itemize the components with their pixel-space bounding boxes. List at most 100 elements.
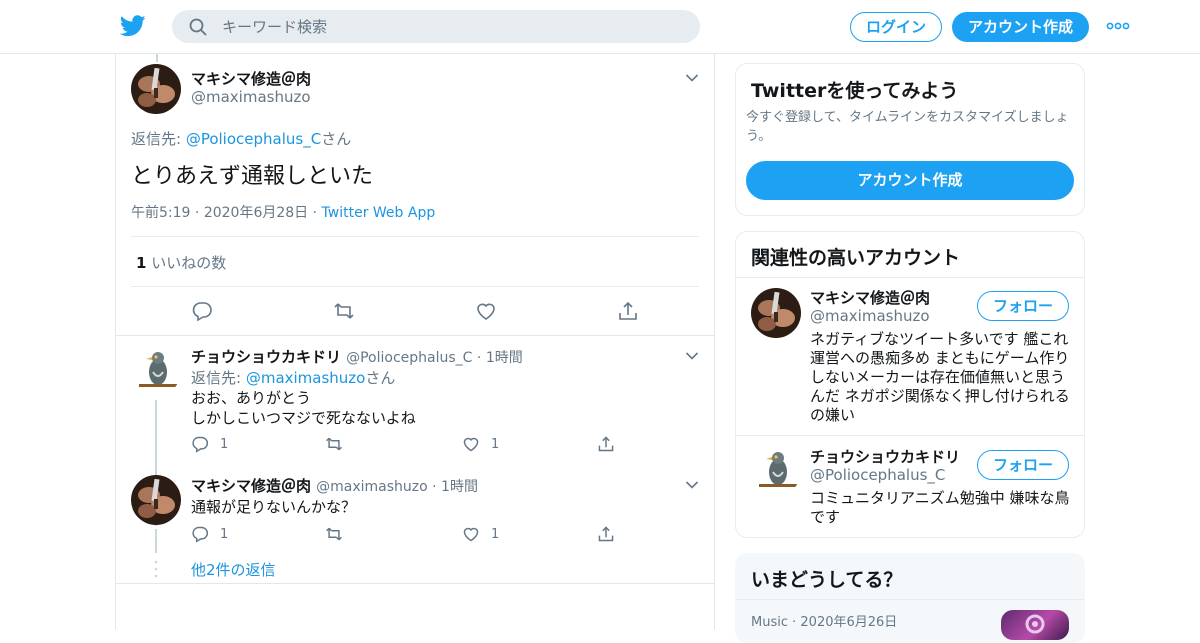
reply-suffix: さん bbox=[321, 130, 352, 148]
reply-time[interactable]: 1時間 bbox=[486, 350, 523, 366]
avatar[interactable] bbox=[131, 475, 181, 525]
author-name[interactable]: チョウショウカキドリ bbox=[191, 348, 341, 366]
reply-icon[interactable] bbox=[191, 300, 213, 322]
login-button[interactable]: ログイン bbox=[850, 12, 942, 42]
reply-suffix: さん bbox=[365, 369, 396, 387]
search-box[interactable] bbox=[172, 10, 700, 43]
tweet-thread: マキシマ修造＠肉 @maximashuzo 返信先: @Poliocephalu… bbox=[115, 54, 715, 630]
retweet-icon[interactable] bbox=[333, 300, 355, 322]
like-icon[interactable] bbox=[462, 435, 480, 453]
account-handle[interactable]: @maximashuzo bbox=[810, 307, 930, 325]
reply-text: おお、ありがとう しかしこいつマジで死なないよね bbox=[191, 388, 416, 428]
likes-count: 1 bbox=[136, 254, 147, 272]
signup-card-button[interactable]: アカウント作成 bbox=[746, 161, 1074, 200]
reply-count: 1 bbox=[220, 527, 229, 542]
reply-text-line: しかしこいつマジで死なないよね bbox=[191, 409, 416, 427]
reply-context: 返信先: @Poliocephalus_Cさん bbox=[131, 128, 351, 149]
share-icon[interactable] bbox=[597, 435, 615, 453]
author-handle[interactable]: @maximashuzo bbox=[316, 479, 428, 495]
divider bbox=[736, 435, 1084, 436]
like-icon[interactable] bbox=[462, 525, 480, 543]
trend-date: 2020年6月26日 bbox=[800, 615, 898, 630]
divider bbox=[131, 286, 699, 287]
account-name[interactable]: チョウショウカキドリ bbox=[810, 446, 960, 467]
divider bbox=[131, 236, 699, 237]
retweet-icon[interactable] bbox=[325, 525, 343, 543]
search-input[interactable] bbox=[222, 10, 682, 43]
search-icon bbox=[189, 18, 207, 36]
more-options-icon[interactable] bbox=[1106, 20, 1130, 32]
retweet-icon[interactable] bbox=[325, 435, 343, 453]
share-icon[interactable] bbox=[597, 525, 615, 543]
chevron-down-icon[interactable] bbox=[685, 351, 699, 361]
reply-count: 1 bbox=[220, 437, 229, 452]
follow-button[interactable]: フォロー bbox=[977, 291, 1069, 321]
reply-prefix: 返信先: bbox=[191, 369, 246, 387]
music-thumbnail-icon bbox=[1025, 614, 1045, 634]
trend-category: Music bbox=[751, 615, 788, 630]
chevron-down-icon[interactable] bbox=[685, 73, 699, 83]
reply-to-link[interactable]: @maximashuzo bbox=[246, 369, 366, 387]
chevron-down-icon[interactable] bbox=[685, 480, 699, 490]
meat-avatar-icon bbox=[751, 288, 801, 338]
account-name[interactable]: マキシマ修造＠肉 bbox=[810, 287, 930, 308]
meta-separator: · bbox=[308, 205, 322, 221]
reply-to-link[interactable]: @Poliocephalus_C bbox=[186, 130, 321, 148]
reply-header: マキシマ修造＠肉 @maximashuzo · 1時間 bbox=[191, 475, 478, 496]
related-accounts-card: 関連性の高いアカウント マキシマ修造＠肉 @maximashuzo フォロー ネ… bbox=[735, 231, 1085, 538]
meta-separator: · bbox=[190, 205, 204, 221]
trends-title: いまどうしてる？ bbox=[751, 569, 903, 591]
meta-separator: · bbox=[788, 615, 801, 630]
avatar[interactable] bbox=[751, 446, 801, 496]
avatar[interactable] bbox=[131, 64, 181, 114]
meta-separator: · bbox=[427, 479, 442, 495]
author-name[interactable]: マキシマ修造＠肉 bbox=[191, 477, 311, 495]
author-handle[interactable]: @maximashuzo bbox=[191, 88, 311, 106]
divider bbox=[116, 335, 714, 336]
tweet-source[interactable]: Twitter Web App bbox=[322, 205, 436, 221]
like-count: 1 bbox=[491, 527, 500, 542]
tweet-meta: 午前5:19 · 2020年6月28日 · Twitter Web App bbox=[131, 202, 435, 222]
reply-icon[interactable] bbox=[191, 525, 209, 543]
reply-time[interactable]: 1時間 bbox=[441, 479, 478, 495]
avatar[interactable] bbox=[131, 346, 181, 396]
meta-separator: · bbox=[472, 350, 486, 366]
twitter-logo-icon[interactable] bbox=[120, 14, 146, 38]
related-accounts-title: 関連性の高いアカウント bbox=[751, 247, 961, 269]
share-icon[interactable] bbox=[617, 300, 639, 322]
thread-line bbox=[156, 54, 158, 62]
tweet-date[interactable]: 2020年6月28日 bbox=[204, 205, 308, 221]
thread-line bbox=[155, 529, 157, 553]
dotted-thread-icon bbox=[154, 560, 158, 578]
divider bbox=[736, 599, 1084, 600]
signup-card-title: Twitterを使ってみよう bbox=[751, 80, 959, 102]
like-icon[interactable] bbox=[475, 300, 497, 322]
more-replies-link[interactable]: 他2件の返信 bbox=[191, 559, 276, 580]
reply-icon[interactable] bbox=[191, 435, 209, 453]
author-handle[interactable]: @Poliocephalus_C bbox=[346, 350, 472, 366]
likes-label: いいねの数 bbox=[151, 254, 227, 272]
meat-avatar-icon bbox=[131, 64, 181, 114]
account-handle[interactable]: @Poliocephalus_C bbox=[810, 466, 945, 484]
account-bio: コミュニタリアニズム勉強中 嫌味な鳥です bbox=[810, 489, 1070, 526]
account-bio: ネガティブなツイート多いです 艦これ運営への愚痴多め まともにゲーム作りしないメ… bbox=[810, 330, 1070, 424]
bird-avatar-icon bbox=[131, 346, 181, 396]
likes-stat[interactable]: 1 いいねの数 bbox=[136, 252, 226, 273]
divider bbox=[736, 277, 1084, 278]
reply-header: チョウショウカキドリ @Poliocephalus_C · 1時間 bbox=[191, 346, 523, 367]
signup-button[interactable]: アカウント作成 bbox=[952, 12, 1089, 42]
follow-button[interactable]: フォロー bbox=[977, 450, 1069, 480]
avatar[interactable] bbox=[751, 288, 801, 338]
trend-thumbnail[interactable] bbox=[1001, 610, 1069, 640]
tweet-text: とりあえず通報しといた bbox=[131, 164, 374, 189]
like-count: 1 bbox=[491, 437, 500, 452]
tweet-time[interactable]: 午前5:19 bbox=[131, 205, 190, 221]
top-bar: ログイン アカウント作成 bbox=[0, 0, 1200, 54]
divider bbox=[116, 583, 714, 584]
author-name[interactable]: マキシマ修造＠肉 bbox=[191, 68, 311, 89]
reply-text: 通報が足りないんかな？ bbox=[191, 498, 357, 516]
trend-item-meta[interactable]: Music · 2020年6月26日 bbox=[751, 611, 897, 630]
reply-text-line: おお、ありがとう bbox=[191, 389, 312, 407]
meat-avatar-icon bbox=[131, 475, 181, 525]
bird-avatar-icon bbox=[751, 446, 801, 496]
